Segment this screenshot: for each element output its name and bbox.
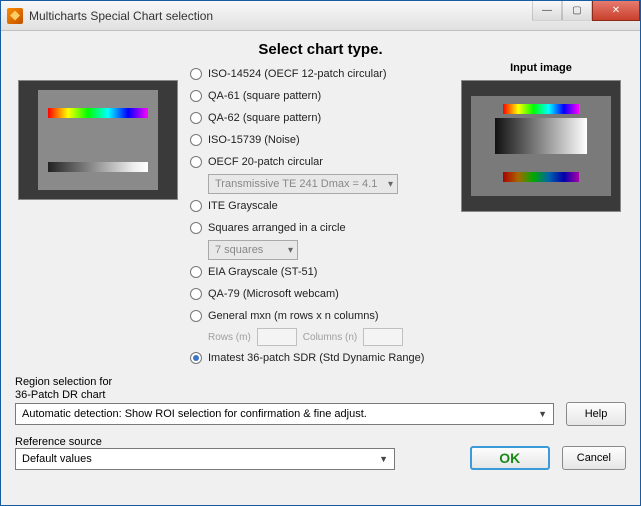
label-qa62: QA-62 (square pattern) (208, 112, 321, 124)
label-squares: Squares arranged in a circle (208, 222, 346, 234)
ok-button[interactable]: OK (470, 446, 550, 470)
help-button[interactable]: Help (566, 402, 626, 426)
reference-source-dropdown[interactable]: Default values (15, 448, 395, 470)
window-title: Multicharts Special Chart selection (29, 9, 532, 23)
radio-qa79[interactable] (190, 288, 202, 300)
label-imatest36: Imatest 36-patch SDR (Std Dynamic Range) (208, 352, 424, 364)
radio-general[interactable] (190, 310, 202, 322)
cols-input[interactable] (363, 328, 403, 346)
label-oecf20: OECF 20-patch circular (208, 156, 323, 168)
radio-imatest36[interactable] (190, 352, 202, 364)
label-ite: ITE Grayscale (208, 200, 278, 212)
input-image-thumbnail (461, 80, 621, 212)
label-eia: EIA Grayscale (ST-51) (208, 266, 317, 278)
label-iso14524: ISO-14524 (OECF 12-patch circular) (208, 68, 387, 80)
chart-thumbnail (18, 80, 178, 200)
oecf20-select-value: Transmissive TE 241 Dmax = 4.1 (215, 178, 377, 190)
maximize-button[interactable]: ▢ (562, 1, 592, 21)
region-selection-dropdown[interactable]: Automatic detection: Show ROI selection … (15, 403, 554, 425)
cancel-button[interactable]: Cancel (562, 446, 626, 470)
chart-type-options: ISO-14524 (OECF 12-patch circular) QA-61… (190, 62, 446, 368)
label-iso15739: ISO-15739 (Noise) (208, 134, 300, 146)
dialog-window: Multicharts Special Chart selection — ▢ … (0, 0, 641, 506)
radio-iso15739[interactable] (190, 134, 202, 146)
label-qa61: QA-61 (square pattern) (208, 90, 321, 102)
close-button[interactable]: ✕ (592, 1, 640, 21)
label-qa79: QA-79 (Microsoft webcam) (208, 288, 339, 300)
radio-oecf20[interactable] (190, 156, 202, 168)
radio-eia[interactable] (190, 266, 202, 278)
squares-count-select[interactable]: 7 squares (208, 240, 298, 260)
reference-source-value: Default values (22, 453, 92, 465)
app-icon (7, 8, 23, 24)
minimize-button[interactable]: — (532, 1, 562, 21)
rows-label: Rows (m) (208, 332, 251, 343)
radio-qa61[interactable] (190, 90, 202, 102)
oecf20-select[interactable]: Transmissive TE 241 Dmax = 4.1 (208, 174, 398, 194)
reference-source-label: Reference source (15, 436, 458, 448)
radio-squares[interactable] (190, 222, 202, 234)
radio-ite[interactable] (190, 200, 202, 212)
label-general: General mxn (m rows x n columns) (208, 310, 379, 322)
cols-label: Columns (n) (303, 332, 357, 343)
squares-count-value: 7 squares (215, 244, 263, 256)
dialog-content: Select chart type. ISO-14524 (OECF 12-pa… (1, 31, 640, 505)
region-selection-label: Region selection for 36-Patch DR chart (15, 376, 626, 402)
radio-iso14524[interactable] (190, 68, 202, 80)
radio-qa62[interactable] (190, 112, 202, 124)
region-selection-value: Automatic detection: Show ROI selection … (22, 408, 367, 420)
rows-input[interactable] (257, 328, 297, 346)
input-image-heading: Input image (510, 62, 572, 74)
titlebar: Multicharts Special Chart selection — ▢ … (1, 1, 640, 31)
page-title: Select chart type. (15, 41, 626, 58)
window-buttons: — ▢ ✕ (532, 1, 640, 30)
